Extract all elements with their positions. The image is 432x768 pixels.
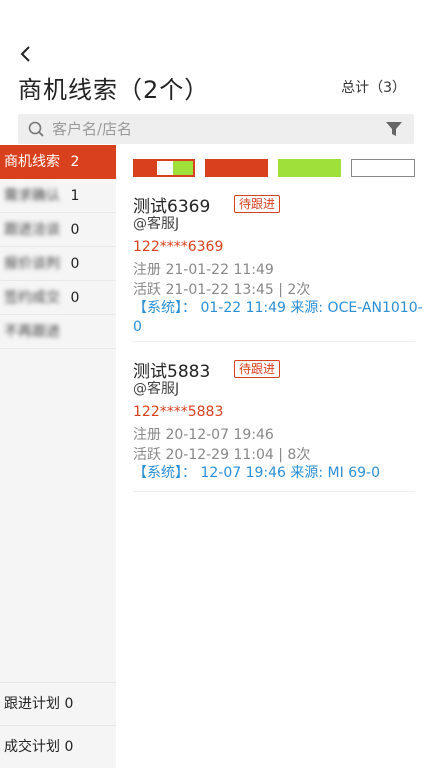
sidebar-item-count: 1 bbox=[70, 188, 80, 204]
status-badge: 待跟进 bbox=[234, 360, 281, 378]
sidebar-item-count: 2 bbox=[70, 154, 80, 170]
sidebar-item-deal-plan[interactable]: 成交计划 0 bbox=[0, 725, 116, 767]
sidebar-item-count: 0 bbox=[70, 256, 80, 272]
sidebar-item-count: 0 bbox=[64, 696, 74, 712]
sidebar-item-label: 商机线索 bbox=[4, 154, 60, 170]
chevron-left-icon bbox=[20, 46, 30, 62]
legend-mixed-filter[interactable] bbox=[133, 159, 195, 177]
lead-system-note: 【系统】： 01-22 11:49 来源: OCE-AN1010-0 bbox=[133, 300, 423, 335]
legend-red-filter[interactable] bbox=[205, 159, 268, 177]
sidebar-item-leads[interactable]: 商机线索 2 bbox=[0, 145, 116, 179]
sidebar-item-count: 0 bbox=[70, 222, 80, 238]
sidebar-item-stage-3[interactable]: 跟进洽谈 0 bbox=[0, 213, 116, 247]
lead-phone[interactable]: 122****6369 bbox=[133, 239, 223, 255]
sidebar-item-label: 跟进计划 bbox=[4, 696, 60, 712]
lead-registered: 注册 21-01-22 11:49 bbox=[133, 262, 274, 278]
filter-icon[interactable] bbox=[386, 122, 402, 137]
lead-phone[interactable]: 122****5883 bbox=[133, 404, 223, 420]
legend-swatch-white bbox=[157, 161, 173, 175]
lead-registered: 注册 20-12-07 19:46 bbox=[133, 427, 274, 443]
sidebar-item-stage-4[interactable]: 报价谈判 0 bbox=[0, 247, 116, 281]
lead-system-note: 【系统】： 12-07 19:46 来源: MI 69-0 bbox=[133, 465, 380, 481]
lead-activity: 活跃 21-01-22 13:45 | 2次 bbox=[133, 282, 311, 298]
sidebar-item-label: 成交计划 bbox=[4, 739, 60, 755]
sidebar-item-count: 0 bbox=[70, 290, 80, 306]
total-count[interactable]: 总计（3） bbox=[341, 77, 406, 97]
legend-green-filter[interactable] bbox=[278, 159, 341, 177]
back-button[interactable] bbox=[14, 42, 36, 66]
sidebar-item-label: 不再跟进 bbox=[4, 324, 60, 340]
sidebar-item-label: 跟进洽谈 bbox=[4, 222, 60, 238]
page-title: 商机线索（2个） bbox=[18, 76, 210, 104]
lead-card[interactable]: 测试6369 待跟进 @客服J 122****6369 注册 21-01-22 … bbox=[133, 192, 423, 342]
search-input[interactable] bbox=[52, 114, 372, 144]
legend-white-filter[interactable] bbox=[351, 159, 415, 177]
sidebar-item-follow-plan[interactable]: 跟进计划 0 bbox=[0, 682, 116, 724]
lead-owner: @客服J bbox=[133, 216, 180, 232]
search-icon bbox=[28, 121, 44, 137]
sidebar-item-stage-2[interactable]: 需求确认 1 bbox=[0, 179, 116, 213]
lead-owner: @客服J bbox=[133, 381, 180, 397]
sidebar-item-label: 报价谈判 bbox=[4, 256, 60, 272]
legend-swatch-green bbox=[173, 161, 193, 175]
sidebar-item-label: 签约成交 bbox=[4, 290, 60, 306]
status-badge: 待跟进 bbox=[234, 195, 281, 213]
sidebar-item-count: 0 bbox=[64, 739, 74, 755]
lead-card[interactable]: 测试5883 待跟进 @客服J 122****5883 注册 20-12-07 … bbox=[133, 357, 415, 492]
legend-swatch-red bbox=[135, 161, 157, 175]
sidebar-item-stage-5[interactable]: 签约成交 0 bbox=[0, 281, 116, 315]
sidebar-item-label: 需求确认 bbox=[4, 188, 60, 204]
search-bar[interactable] bbox=[18, 114, 414, 144]
sidebar-item-stage-6[interactable]: 不再跟进 bbox=[0, 315, 116, 349]
lead-activity: 活跃 20-12-29 11:04 | 8次 bbox=[133, 447, 311, 463]
stage-sidebar: 商机线索 2 需求确认 1 跟进洽谈 0 报价谈判 0 签约成交 0 不再跟进 … bbox=[0, 145, 116, 768]
